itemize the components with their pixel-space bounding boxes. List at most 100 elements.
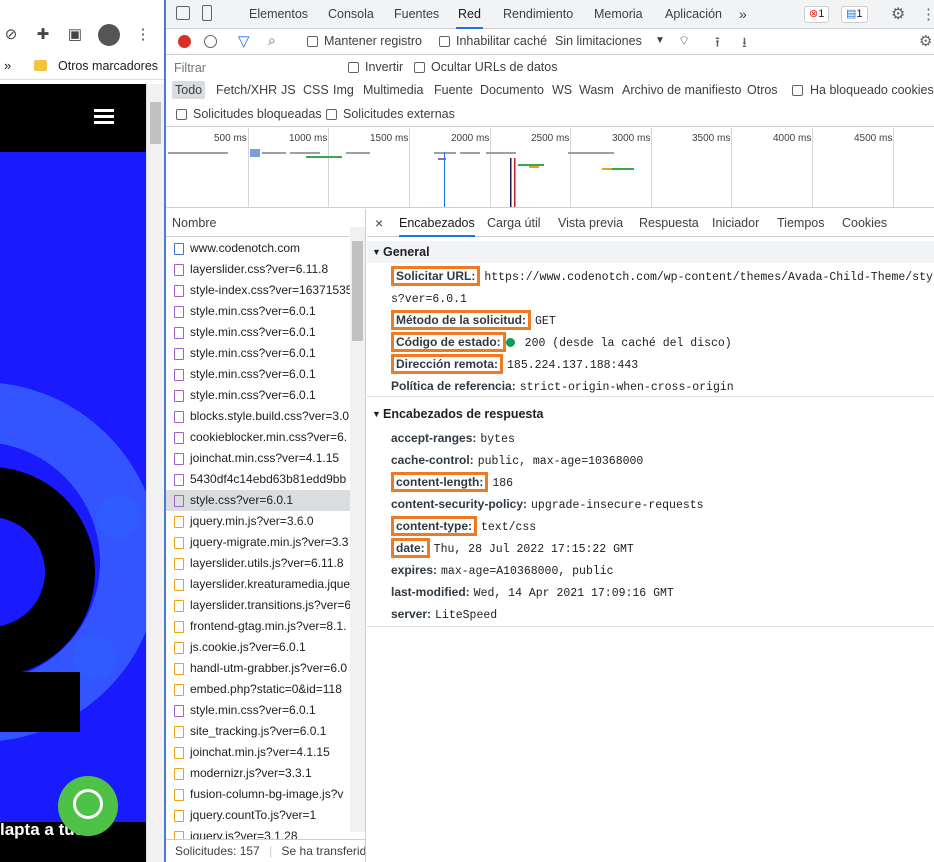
request-row[interactable]: style.min.css?ver=6.0.1 <box>166 385 350 406</box>
tab-preview[interactable]: Vista previa <box>558 209 623 237</box>
timeline-overview[interactable]: 500 ms 1000 ms 1500 ms 2000 ms 2500 ms 3… <box>166 128 934 208</box>
tab-cookies[interactable]: Cookies <box>842 209 887 237</box>
type-filter-css[interactable]: CSS <box>303 83 329 97</box>
whatsapp-button[interactable] <box>58 776 118 836</box>
third-party-checkbox[interactable] <box>326 109 337 120</box>
request-row[interactable]: jquery-migrate.min.js?ver=3.3 <box>166 532 350 553</box>
page-scrollbar[interactable] <box>146 84 164 862</box>
request-row[interactable]: joinchat.min.css?ver=4.1.15 <box>166 448 350 469</box>
column-header-name[interactable]: Nombre <box>166 209 350 237</box>
search-icon[interactable]: ⌕ <box>268 32 276 49</box>
request-row[interactable]: jquery.min.js?ver=3.6.0 <box>166 511 350 532</box>
filter-funnel-icon[interactable]: ▽ <box>238 32 250 50</box>
blocked-requests-checkbox[interactable] <box>176 109 187 120</box>
page-scrollbar-thumb[interactable] <box>150 102 161 144</box>
avatar[interactable] <box>98 24 120 46</box>
hide-data-urls-checkbox[interactable] <box>414 62 425 73</box>
header-value: s?ver=6.0.1 <box>391 293 467 306</box>
message-badge[interactable]: ▤1 <box>841 6 868 23</box>
tab-sources[interactable]: Fuentes <box>392 0 441 29</box>
request-row[interactable]: style.min.css?ver=6.0.1 <box>166 343 350 364</box>
type-filter-media[interactable]: Multimedia <box>363 83 423 97</box>
close-icon[interactable]: × <box>375 209 383 237</box>
sidepanel-icon[interactable]: ▣ <box>66 26 84 44</box>
network-settings-gear-icon[interactable]: ⚙ <box>919 32 932 50</box>
device-toggle-icon[interactable] <box>202 5 212 21</box>
error-badge[interactable]: ⊗1 <box>804 6 830 23</box>
blocked-cookies-checkbox[interactable] <box>792 85 803 96</box>
import-har-icon[interactable]: ⭱ <box>715 32 720 56</box>
clear-icon[interactable] <box>204 35 217 48</box>
disable-cache-checkbox[interactable] <box>439 36 450 47</box>
chevron-right-icon[interactable]: » <box>4 58 11 73</box>
request-row[interactable]: blocks.style.build.css?ver=3.0. <box>166 406 350 427</box>
more-tabs-icon[interactable]: » <box>737 0 749 29</box>
request-details: × Encabezados Carga útil Vista previa Re… <box>367 209 934 862</box>
request-row[interactable]: layerslider.kreaturamedia.jque <box>166 574 350 595</box>
type-filter-all[interactable]: Todo <box>172 81 206 99</box>
type-filter-wasm[interactable]: Wasm <box>579 83 614 97</box>
tab-timing[interactable]: Tiempos <box>777 209 824 237</box>
tab-console[interactable]: Consola <box>326 0 376 29</box>
request-row[interactable]: style.min.css?ver=6.0.1 <box>166 700 350 721</box>
request-row[interactable]: 5430df4c14ebd63b81edd9bb <box>166 469 350 490</box>
tab-performance[interactable]: Rendimiento <box>501 0 575 29</box>
inspect-element-icon[interactable] <box>176 6 190 20</box>
request-row[interactable]: www.codenotch.com <box>166 238 350 259</box>
hamburger-menu-icon[interactable] <box>94 109 114 125</box>
request-row[interactable]: style.css?ver=6.0.1 <box>166 490 350 511</box>
tab-initiator[interactable]: Iniciador <box>712 209 759 237</box>
tab-memory[interactable]: Memoria <box>592 0 645 29</box>
request-row[interactable]: jquery.countTo.js?ver=1 <box>166 805 350 826</box>
request-row[interactable]: fusion-column-bg-image.js?v <box>166 784 350 805</box>
export-har-icon[interactable]: ⭳ <box>742 32 747 56</box>
request-row[interactable]: modernizr.js?ver=3.3.1 <box>166 763 350 784</box>
request-row[interactable]: layerslider.css?ver=6.11.8 <box>166 259 350 280</box>
devtools-menu-icon[interactable]: ⋮ <box>921 5 934 23</box>
type-filter-other[interactable]: Otros <box>747 83 778 97</box>
tab-response[interactable]: Respuesta <box>639 209 699 237</box>
response-headers-section-header[interactable]: ▼ Encabezados de respuesta <box>367 403 934 425</box>
request-row[interactable]: layerslider.utils.js?ver=6.11.8 <box>166 553 350 574</box>
tab-network[interactable]: Red <box>456 0 483 29</box>
menu-kebab-icon[interactable]: ⋮ <box>134 26 152 44</box>
preserve-log-checkbox[interactable] <box>307 36 318 47</box>
bookmark-folder-label[interactable]: Otros marcadores <box>58 59 158 73</box>
request-name: jquery-migrate.min.js?ver=3.3 <box>190 535 349 549</box>
type-filter-fetch[interactable]: Fetch/XHR <box>216 83 277 97</box>
request-name: joinchat.min.js?ver=4.1.15 <box>190 745 330 759</box>
request-row[interactable]: handl-utm-grabber.js?ver=6.0 <box>166 658 350 679</box>
tab-payload[interactable]: Carga útil <box>487 209 541 237</box>
type-filter-font[interactable]: Fuente <box>434 83 473 97</box>
tab-headers[interactable]: Encabezados <box>399 209 475 237</box>
general-section-header[interactable]: ▼ General <box>367 241 934 263</box>
request-row[interactable]: layerslider.transitions.js?ver=6 <box>166 595 350 616</box>
request-row[interactable]: style.min.css?ver=6.0.1 <box>166 301 350 322</box>
tab-application[interactable]: Aplicación <box>663 0 724 29</box>
type-filter-doc[interactable]: Documento <box>480 83 544 97</box>
extensions-icon[interactable]: ✚ <box>34 26 52 44</box>
type-filter-manifest[interactable]: Archivo de manifiesto <box>622 83 742 97</box>
dropdown-caret-icon[interactable]: ▼ <box>655 35 665 46</box>
request-row[interactable]: style.min.css?ver=6.0.1 <box>166 322 350 343</box>
network-conditions-icon[interactable]: ⌔ <box>678 33 690 49</box>
request-row[interactable]: embed.php?static=0&id=118 <box>166 679 350 700</box>
request-row[interactable]: joinchat.min.js?ver=4.1.15 <box>166 742 350 763</box>
request-row[interactable]: frontend-gtag.min.js?ver=8.1. <box>166 616 350 637</box>
type-filter-img[interactable]: Img <box>333 83 354 97</box>
throttling-select[interactable]: Sin limitaciones <box>555 34 642 48</box>
tab-elements[interactable]: Elementos <box>247 0 310 29</box>
request-row[interactable]: cookieblocker.min.css?ver=6. <box>166 427 350 448</box>
request-row[interactable]: site_tracking.js?ver=6.0.1 <box>166 721 350 742</box>
request-row[interactable]: js.cookie.js?ver=6.0.1 <box>166 637 350 658</box>
settings-gear-icon[interactable]: ⚙ <box>891 4 905 24</box>
invert-checkbox[interactable] <box>348 62 359 73</box>
request-list-scrollbar-thumb[interactable] <box>352 241 363 341</box>
request-row[interactable]: style-index.css?ver=16371535 <box>166 280 350 301</box>
compass-icon[interactable]: ⊘ <box>2 26 20 44</box>
record-icon[interactable] <box>178 35 191 48</box>
type-filter-ws[interactable]: WS <box>552 83 572 97</box>
request-row[interactable]: style.min.css?ver=6.0.1 <box>166 364 350 385</box>
type-filter-js[interactable]: JS <box>281 83 296 97</box>
filter-input[interactable] <box>170 59 336 77</box>
